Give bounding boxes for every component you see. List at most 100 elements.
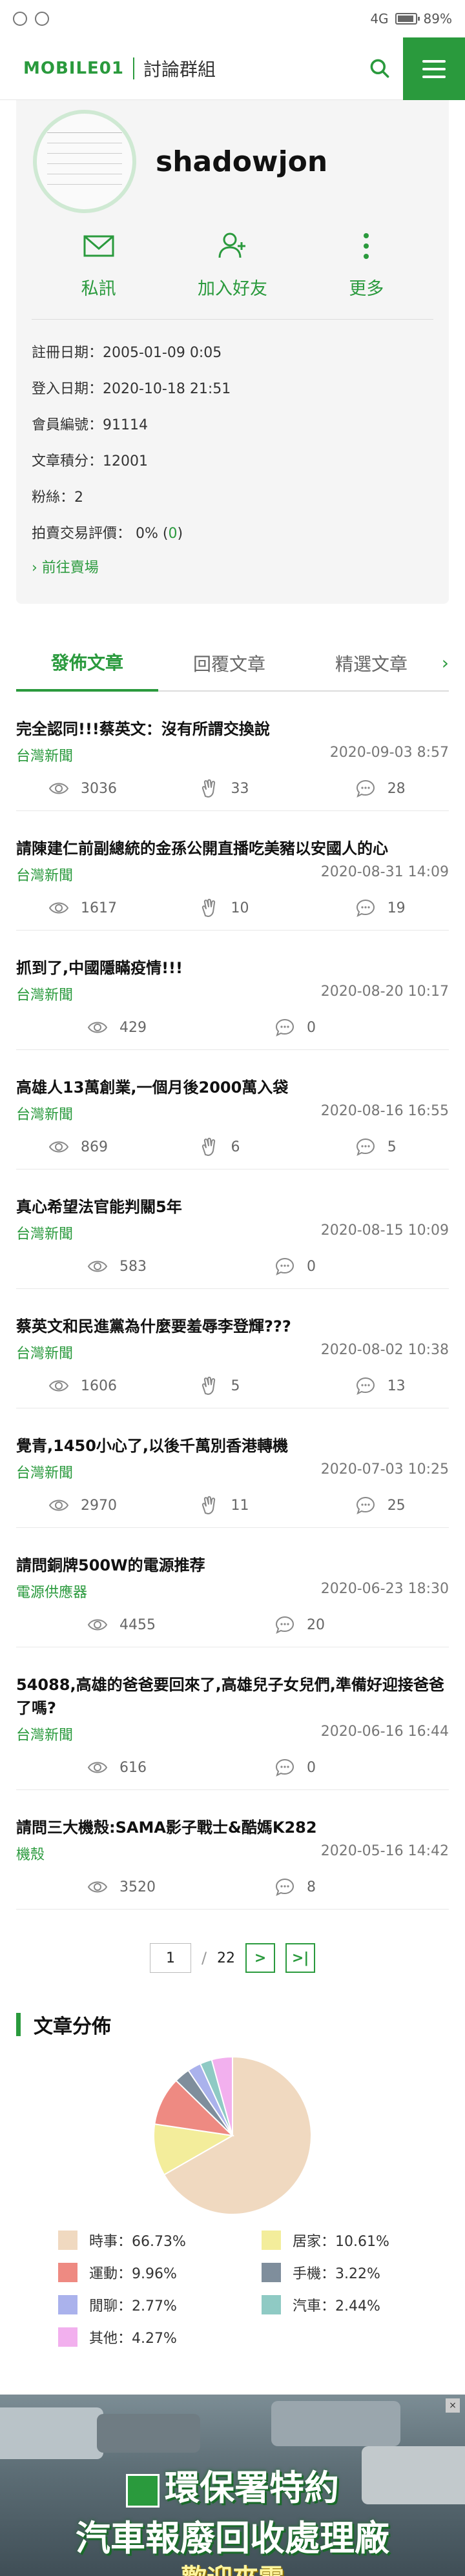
- legend-swatch: [58, 2295, 78, 2314]
- post-item[interactable]: 54088,高雄的爸爸要回來了,高雄兒子女兒們,準備好迎接爸爸了嗎? 台灣新聞 20…: [16, 1673, 449, 1790]
- post-title[interactable]: 請陳建仁前副總統的金孫公開直播吃美豬以安國人的心: [16, 837, 449, 860]
- post-item[interactable]: 請陳建仁前副總統的金孫公開直播吃美豬以安國人的心 台灣新聞 2020-08-31 1…: [16, 837, 449, 931]
- post-item[interactable]: 覺青,1450小心了,以後千萬別香港轉機 台灣新聞 2020-07-03 10:25…: [16, 1434, 449, 1528]
- auction-rating-count[interactable]: 0: [168, 526, 177, 542]
- post-item[interactable]: 高雄人13萬創業,一個月後2000萬入袋 台灣新聞 2020-08-16 16:55…: [16, 1076, 449, 1170]
- distribution-title: 文章分佈: [34, 2015, 111, 2038]
- reply-icon: [275, 1878, 294, 1896]
- eye-icon: [48, 1141, 69, 1153]
- legend-label: 居家：10.61%: [293, 2234, 389, 2250]
- reply-icon: [356, 779, 375, 798]
- auction-rating: 拍賣交易評價： 0% (0): [32, 516, 433, 552]
- heading-accent: [16, 2013, 21, 2036]
- notification-icon: [13, 12, 27, 26]
- view-count: 869: [16, 1137, 199, 1157]
- post-stats: 3036 33 28: [16, 778, 449, 799]
- view-count-value: 1617: [81, 900, 117, 916]
- post-item[interactable]: 蔡英文和民進黨為什麼要羞辱李登輝??? 台灣新聞 2020-08-02 10:38 1…: [16, 1315, 449, 1408]
- login-date: 登入日期：2020-10-18 21:51: [32, 381, 231, 397]
- last-page-button[interactable]: >|: [285, 1943, 316, 1973]
- post-item[interactable]: 完全認同!!!蔡英文：沒有所謂交換說 台灣新聞 2020-09-03 8:57 303…: [16, 717, 449, 811]
- eye-icon: [87, 1261, 108, 1272]
- post-category[interactable]: 台灣新聞: [16, 1103, 73, 1124]
- eye-icon: [48, 1380, 69, 1392]
- ad-line1: 環保署特約: [165, 2467, 339, 2508]
- post-title[interactable]: 抓到了,中國隱瞞疫情!!!: [16, 956, 449, 980]
- view-count: 616: [16, 1757, 274, 1778]
- ad-car-image: [271, 2401, 400, 2446]
- post-meta: 台灣新聞 2020-07-03 10:25: [16, 1461, 449, 1482]
- post-item[interactable]: 請問銅牌500W的電源推荐 電源供應器 2020-06-23 18:30 4455 20: [16, 1554, 449, 1647]
- post-title[interactable]: 完全認同!!!蔡英文：沒有所謂交換說: [16, 717, 449, 741]
- shop-link[interactable]: › 前往賣場: [32, 552, 433, 584]
- post-stats: 3520 8: [16, 1877, 449, 1897]
- post-item[interactable]: 抓到了,中國隱瞞疫情!!! 台灣新聞 2020-08-20 10:17 429 0: [16, 956, 449, 1050]
- post-stats: 2970 11 25: [16, 1495, 449, 1516]
- page-input[interactable]: 1: [149, 1943, 191, 1973]
- post-date: 2020-06-23 18:30: [320, 1581, 449, 1597]
- post-meta: 台灣新聞 2020-06-16 16:44: [16, 1724, 449, 1744]
- legend-swatch: [262, 2263, 281, 2282]
- eye-icon: [48, 902, 69, 914]
- post-category[interactable]: 台灣新聞: [16, 1222, 73, 1243]
- reply-count-value: 28: [387, 780, 406, 797]
- post-title[interactable]: 蔡英文和民進黨為什麼要羞辱李登輝???: [16, 1315, 449, 1338]
- close-icon[interactable]: ×: [446, 2398, 460, 2413]
- tab-posted[interactable]: 發佈文章: [16, 649, 158, 692]
- header-title: 討論群組: [143, 59, 216, 80]
- legend-item: 閒聊：2.77%: [58, 2294, 262, 2315]
- post-category[interactable]: 台灣新聞: [16, 864, 73, 885]
- post-title[interactable]: 高雄人13萬創業,一個月後2000萬入袋: [16, 1076, 449, 1099]
- post-stats: 1617 10 19: [16, 898, 449, 918]
- post-title[interactable]: 覺青,1450小心了,以後千萬別香港轉機: [16, 1434, 449, 1458]
- view-count-value: 3520: [119, 1879, 156, 1895]
- post-category[interactable]: 台灣新聞: [16, 745, 73, 765]
- post-title[interactable]: 請問三大機殼:SAMA影子戰士&酷媽K282: [16, 1816, 449, 1839]
- site-logo[interactable]: MOBILE01: [23, 59, 124, 78]
- reply-count: 13: [355, 1376, 449, 1396]
- advertisement-banner[interactable]: × 環保署特約 汽車報廢回收處理廠 歡迎來電: [0, 2395, 465, 2576]
- distribution-heading: 文章分佈: [16, 2010, 449, 2039]
- post-title[interactable]: 真心希望法官能判關5年: [16, 1195, 449, 1219]
- status-bar: 4G 89%: [0, 0, 465, 37]
- eye-icon: [87, 1619, 108, 1631]
- view-count-value: 2970: [81, 1497, 117, 1514]
- post-category[interactable]: 台灣新聞: [16, 1342, 73, 1363]
- post-category[interactable]: 電源供應器: [16, 1581, 87, 1602]
- reply-count-value: 19: [387, 900, 406, 916]
- post-item[interactable]: 請問三大機殼:SAMA影子戰士&酷媽K282 機殼 2020-05-16 14:42…: [16, 1816, 449, 1910]
- add-friend-button[interactable]: 加入好友: [174, 229, 291, 300]
- tab-featured[interactable]: 精選文章: [300, 650, 442, 690]
- legend-label: 運動：9.96%: [89, 2266, 177, 2282]
- menu-button[interactable]: [403, 37, 465, 100]
- post-meta: 台灣新聞 2020-08-15 10:09: [16, 1222, 449, 1243]
- message-button[interactable]: 私訊: [41, 229, 157, 300]
- tab-replies[interactable]: 回覆文章: [158, 650, 300, 690]
- view-count: 583: [16, 1256, 274, 1277]
- more-button[interactable]: 更多: [308, 229, 424, 300]
- search-icon: [370, 59, 389, 78]
- view-count-value: 429: [119, 1019, 147, 1036]
- header-divider: [132, 57, 134, 79]
- post-date: 2020-08-20 10:17: [320, 984, 449, 1000]
- search-button[interactable]: [367, 56, 393, 81]
- post-category[interactable]: 機殼: [16, 1843, 45, 1864]
- reply-icon: [356, 1377, 375, 1395]
- next-page-button[interactable]: >: [245, 1943, 276, 1973]
- view-count-value: 1606: [81, 1377, 117, 1394]
- post-item[interactable]: 真心希望法官能判關5年 台灣新聞 2020-08-15 10:09 583 0: [16, 1195, 449, 1289]
- reply-icon: [275, 1758, 294, 1777]
- battery-icon: [395, 13, 420, 25]
- ad-call-to-action: 歡迎來電: [0, 2557, 465, 2576]
- view-count-value: 616: [119, 1759, 147, 1776]
- reply-icon: [275, 1018, 294, 1036]
- post-category[interactable]: 台灣新聞: [16, 984, 73, 1004]
- reply-count: 0: [274, 1757, 371, 1778]
- tabs-next-icon[interactable]: ›: [442, 652, 449, 674]
- post-title[interactable]: 54088,高雄的爸爸要回來了,高雄兒子女兒們,準備好迎接爸爸了嗎?: [16, 1673, 449, 1720]
- post-category[interactable]: 台灣新聞: [16, 1724, 73, 1744]
- post-category[interactable]: 台灣新聞: [16, 1461, 73, 1482]
- post-meta: 台灣新聞 2020-08-02 10:38: [16, 1342, 449, 1363]
- post-title[interactable]: 請問銅牌500W的電源推荐: [16, 1554, 449, 1577]
- profile-actions: 私訊 加入好友 更多: [32, 229, 433, 320]
